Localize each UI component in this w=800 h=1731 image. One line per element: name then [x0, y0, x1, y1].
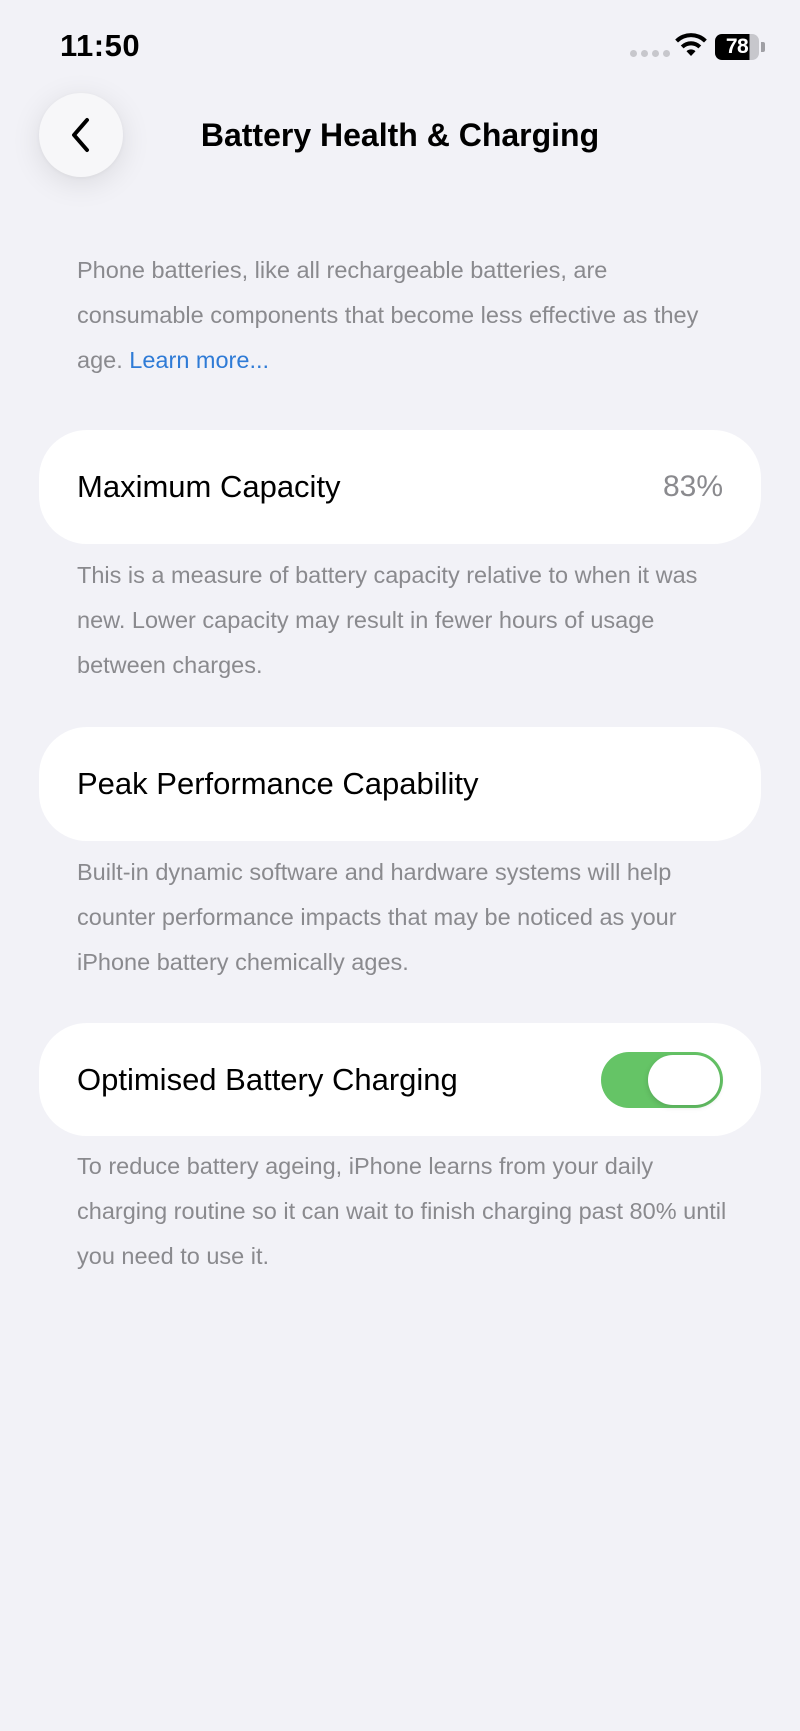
battery-icon: 78: [715, 34, 765, 60]
peak-performance-description: Built-in dynamic software and hardware s…: [77, 859, 677, 975]
battery-level: 78: [715, 34, 759, 60]
page-title: Battery Health & Charging: [200, 117, 600, 153]
optimised-charging-toggle[interactable]: [601, 1051, 723, 1108]
learn-more-link[interactable]: Learn more...: [129, 347, 269, 373]
wifi-icon: [675, 33, 707, 56]
peak-performance-row[interactable]: Peak Performance Capability: [39, 727, 761, 841]
status-time: 11:50: [60, 28, 141, 63]
maximum-capacity-description: This is a measure of battery capacity re…: [77, 562, 698, 678]
peak-performance-label: Peak Performance Capability: [77, 766, 479, 801]
maximum-capacity-label: Maximum Capacity: [77, 469, 341, 504]
optimised-charging-description: To reduce battery ageing, iPhone learns …: [77, 1153, 727, 1269]
battery-health-screen: 11:50 78 Battery Health & Charging Phone…: [0, 0, 800, 1731]
maximum-capacity-value: 83%: [662, 470, 723, 503]
intro-text: Phone batteries, like all rechargeable b…: [77, 248, 737, 383]
cellular-signal-icon: [630, 50, 670, 57]
optimised-charging-row: Optimised Battery Charging: [39, 1023, 761, 1136]
toggle-knob: [648, 1054, 720, 1105]
status-bar: 11:50 78: [0, 0, 800, 90]
optimised-charging-label: Optimised Battery Charging: [77, 1061, 458, 1097]
maximum-capacity-row: Maximum Capacity 83%: [39, 430, 761, 544]
